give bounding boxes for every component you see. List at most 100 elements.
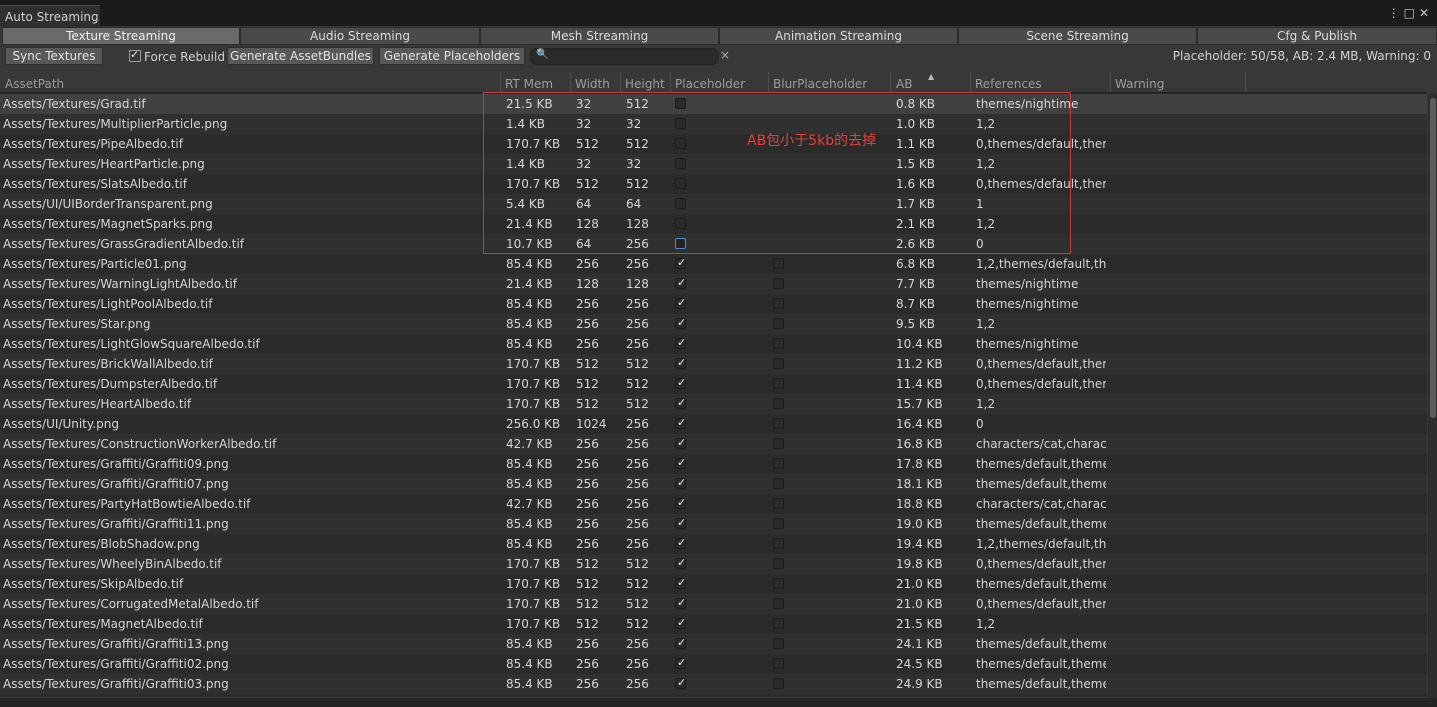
close-icon[interactable]: ✕ (1419, 6, 1433, 20)
placeholder-checkbox[interactable] (675, 316, 686, 329)
table-row[interactable]: Assets/Textures/WheelyBinAlbedo.tif 170.7… (0, 554, 1427, 574)
placeholder-checkbox[interactable] (675, 276, 686, 289)
blur-placeholder-checkbox[interactable] (773, 638, 784, 649)
placeholder-checkbox[interactable] (675, 296, 686, 309)
blur-placeholder-checkbox[interactable] (773, 458, 784, 469)
table-row[interactable]: Assets/Textures/Graffiti/Graffiti09.png 8… (0, 454, 1427, 474)
table-row[interactable]: Assets/Textures/ConstructionWorkerAlbedo… (0, 434, 1427, 454)
table-row[interactable]: Assets/Textures/Graffiti/Graffiti03.png 8… (0, 674, 1427, 694)
maximize-icon[interactable]: □ (1404, 6, 1419, 20)
blur-placeholder-checkbox[interactable] (773, 558, 784, 569)
tab-scene-streaming[interactable]: Scene Streaming (958, 27, 1197, 45)
table-row[interactable]: Assets/Textures/CorrugatedMetalAlbedo.ti… (0, 594, 1427, 614)
table-row[interactable]: Assets/Textures/BrickWallAlbedo.tif 170.7… (0, 354, 1427, 374)
generate-placeholders-button[interactable]: Generate Placeholders (379, 47, 525, 65)
rt-mem-cell: 85.4 KB (506, 477, 553, 491)
clear-search-icon[interactable]: × (720, 48, 730, 62)
blur-placeholder-checkbox[interactable] (773, 418, 784, 429)
width-cell: 512 (576, 557, 599, 571)
placeholder-checkbox[interactable] (675, 416, 686, 429)
placeholder-checkbox[interactable] (675, 476, 686, 489)
table-row[interactable]: Assets/Textures/HeartAlbedo.tif 170.7 KB 5… (0, 394, 1427, 414)
placeholder-checkbox[interactable] (675, 616, 686, 629)
generate-assetbundles-button[interactable]: Generate AssetBundles (227, 47, 374, 65)
blur-placeholder-checkbox[interactable] (773, 578, 784, 589)
search-input[interactable]: 🔍 (530, 48, 719, 65)
vertical-scrollbar[interactable] (1428, 94, 1437, 698)
column-header-ab[interactable]: AB (896, 77, 912, 91)
column-header-assetpath[interactable]: AssetPath (5, 77, 64, 91)
blur-placeholder-checkbox[interactable] (773, 358, 784, 369)
placeholder-checkbox[interactable] (675, 656, 686, 669)
blur-placeholder-checkbox[interactable] (773, 438, 784, 449)
blur-placeholder-checkbox[interactable] (773, 338, 784, 349)
blur-placeholder-checkbox[interactable] (773, 618, 784, 629)
placeholder-checkbox[interactable] (675, 396, 686, 409)
placeholder-checkbox[interactable] (675, 496, 686, 509)
column-header-references[interactable]: References (975, 77, 1042, 91)
column-header-height[interactable]: Height (625, 77, 665, 91)
blur-placeholder-checkbox[interactable] (773, 378, 784, 389)
tab-mesh-streaming[interactable]: Mesh Streaming (480, 27, 719, 45)
placeholder-checkbox[interactable] (675, 676, 686, 689)
tab-cfg-publish[interactable]: Cfg & Publish (1197, 27, 1437, 45)
table-row[interactable]: Assets/Textures/WarningLightAlbedo.tif 21… (0, 274, 1427, 294)
tab-animation-streaming[interactable]: Animation Streaming (719, 27, 958, 45)
blur-placeholder-checkbox[interactable] (773, 538, 784, 549)
table-row[interactable]: Assets/Textures/PartyHatBowtieAlbedo.tif… (0, 494, 1427, 514)
tab-audio-streaming[interactable]: Audio Streaming (240, 27, 480, 45)
blur-placeholder-checkbox[interactable] (773, 398, 784, 409)
table-row[interactable]: Assets/Textures/Particle01.png 85.4 KB 256… (0, 254, 1427, 274)
placeholder-checkbox[interactable] (675, 436, 686, 449)
tab-texture-streaming[interactable]: Texture Streaming (2, 27, 240, 45)
height-cell: 256 (626, 477, 649, 491)
placeholder-checkbox[interactable] (675, 256, 686, 269)
table-row[interactable]: Assets/Textures/MagnetAlbedo.tif 170.7 KB… (0, 614, 1427, 634)
column-header-blurplaceholder[interactable]: BlurPlaceholder (773, 77, 867, 91)
height-cell: 512 (626, 597, 649, 611)
placeholder-checkbox[interactable] (675, 576, 686, 589)
blur-placeholder-checkbox[interactable] (773, 678, 784, 689)
scrollbar-thumb[interactable] (1430, 98, 1436, 418)
table-row[interactable]: Assets/Textures/Graffiti/Graffiti02.png 8… (0, 654, 1427, 674)
blur-placeholder-checkbox[interactable] (773, 318, 784, 329)
force-rebuild-toggle[interactable]: Force Rebuild (129, 48, 225, 64)
blur-placeholder-checkbox[interactable] (773, 598, 784, 609)
blur-placeholder-checkbox[interactable] (773, 658, 784, 669)
blur-placeholder-checkbox[interactable] (773, 518, 784, 529)
blur-placeholder-checkbox[interactable] (773, 498, 784, 509)
placeholder-checkbox[interactable] (675, 516, 686, 529)
table-row[interactable]: Assets/Textures/LightGlowSquareAlbedo.ti… (0, 334, 1427, 354)
placeholder-checkbox[interactable] (675, 636, 686, 649)
placeholder-checkbox[interactable] (675, 596, 686, 609)
column-header-placeholder[interactable]: Placeholder (675, 77, 745, 91)
blur-placeholder-checkbox[interactable] (773, 478, 784, 489)
column-header-width[interactable]: Width (575, 77, 610, 91)
rt-mem-cell: 170.7 KB (506, 557, 561, 571)
sync-textures-button[interactable]: Sync Textures (5, 47, 103, 65)
window-tab[interactable]: Auto Streaming (0, 5, 100, 27)
blur-placeholder-checkbox[interactable] (773, 278, 784, 289)
table-row[interactable]: Assets/Textures/Graffiti/Graffiti11.png 8… (0, 514, 1427, 534)
table-row[interactable]: Assets/Textures/Graffiti/Graffiti13.png 8… (0, 634, 1427, 654)
placeholder-checkbox[interactable] (675, 556, 686, 569)
blur-placeholder-checkbox[interactable] (773, 298, 784, 309)
placeholder-checkbox[interactable] (675, 376, 686, 389)
placeholder-checkbox[interactable] (675, 536, 686, 549)
more-options-icon[interactable]: ⋮ (1388, 6, 1404, 20)
placeholder-checkbox[interactable] (675, 456, 686, 469)
placeholder-checkbox[interactable] (675, 336, 686, 349)
table-row[interactable]: Assets/Textures/SkipAlbedo.tif 170.7 KB 51… (0, 574, 1427, 594)
placeholder-checkbox[interactable] (675, 356, 686, 369)
blur-placeholder-checkbox[interactable] (773, 258, 784, 269)
table-row[interactable]: Assets/UI/Unity.png 256.0 KB 1024 256 16.4 K… (0, 414, 1427, 434)
column-header-rt-mem[interactable]: RT Mem (505, 77, 553, 91)
table-row[interactable]: Assets/Textures/Star.png 85.4 KB 256 256 9.5… (0, 314, 1427, 334)
column-header-warning[interactable]: Warning (1115, 77, 1164, 91)
asset-path-cell: Assets/Textures/MagnetAlbedo.tif (3, 617, 203, 631)
table-row[interactable]: Assets/Textures/BlobShadow.png 85.4 KB 256… (0, 534, 1427, 554)
table-row[interactable]: Assets/Textures/DumpsterAlbedo.tif 170.7 … (0, 374, 1427, 394)
table-row[interactable]: Assets/Textures/Graffiti/Graffiti07.png 8… (0, 474, 1427, 494)
table-row[interactable]: Assets/Textures/LightPoolAlbedo.tif 85.4 … (0, 294, 1427, 314)
force-rebuild-checkbox[interactable] (129, 48, 141, 62)
